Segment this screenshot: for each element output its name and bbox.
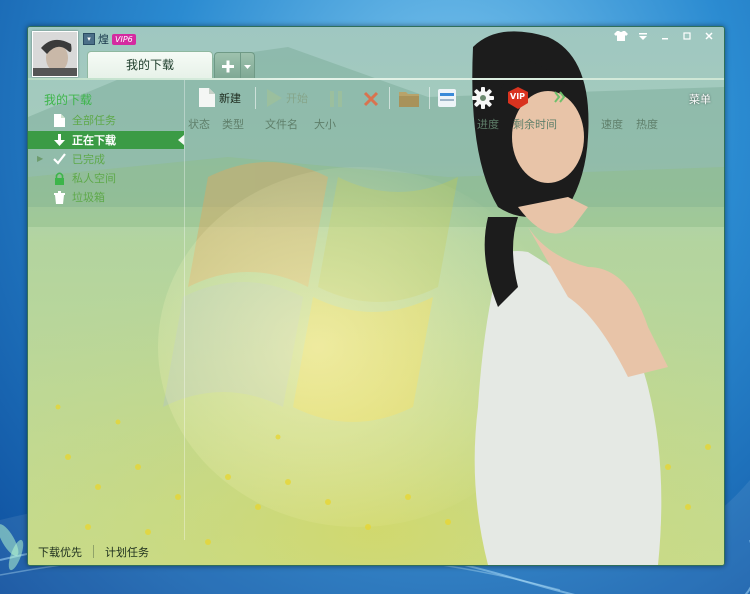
expand-caret-icon[interactable]: ▶ bbox=[37, 154, 43, 163]
close-icon[interactable] bbox=[700, 30, 718, 44]
plus-icon bbox=[222, 60, 234, 73]
toolbar-separator bbox=[255, 87, 256, 109]
play-icon bbox=[267, 89, 282, 107]
sidebar-divider bbox=[184, 80, 185, 540]
sidebar-item-label: 垃圾箱 bbox=[72, 191, 105, 204]
window-controls bbox=[612, 30, 718, 44]
download-priority-button[interactable]: 下载优先 bbox=[38, 544, 82, 560]
sidebar-item-label: 已完成 bbox=[72, 153, 105, 166]
chevron-down-icon bbox=[244, 65, 251, 69]
document-icon bbox=[52, 113, 66, 127]
sidebar-heading: 我的下载 bbox=[44, 93, 93, 107]
download-arrow-icon bbox=[52, 133, 66, 147]
sidebar-item-private-space[interactable]: 私人空间 bbox=[28, 169, 184, 187]
column-header-progress[interactable]: 进度 bbox=[477, 116, 499, 132]
more-tools-button[interactable] bbox=[554, 91, 566, 103]
username: 煌 bbox=[98, 33, 109, 46]
new-task-button[interactable]: 新建 bbox=[199, 88, 241, 107]
column-header-speed[interactable]: 速度 bbox=[601, 116, 623, 132]
column-header-size[interactable]: 大小 bbox=[314, 116, 336, 132]
sidebar: 我的下载 全部任务 正在下载 ▶ 已完成 私人空间 垃圾箱 bbox=[28, 80, 184, 565]
toolbar-separator bbox=[389, 87, 390, 109]
column-header-filename[interactable]: 文件名 bbox=[265, 116, 298, 132]
sidebar-item-completed[interactable]: ▶ 已完成 bbox=[28, 150, 184, 168]
maximize-icon[interactable] bbox=[678, 30, 696, 44]
add-tab-dropdown[interactable] bbox=[240, 52, 255, 79]
sidebar-item-downloading[interactable]: 正在下载 bbox=[28, 131, 184, 149]
minimize-icon[interactable] bbox=[656, 30, 674, 44]
start-button[interactable]: 开始 bbox=[266, 89, 308, 107]
column-header-status[interactable]: 状态 bbox=[188, 116, 210, 132]
add-tab-button[interactable] bbox=[214, 52, 241, 79]
main-menu-icon[interactable] bbox=[634, 30, 652, 44]
list-view-icon bbox=[438, 89, 456, 107]
vip-icon-text: VIP bbox=[510, 92, 526, 101]
user-avatar[interactable] bbox=[32, 31, 78, 77]
delete-button[interactable] bbox=[363, 91, 379, 107]
trash-icon bbox=[52, 190, 66, 204]
double-chevron-right-icon bbox=[554, 91, 566, 103]
pause-icon bbox=[330, 91, 342, 107]
start-label: 开始 bbox=[286, 92, 308, 105]
new-document-icon bbox=[199, 88, 215, 107]
sidebar-item-trash[interactable]: 垃圾箱 bbox=[28, 188, 184, 206]
checkmark-icon bbox=[52, 152, 66, 166]
delete-x-icon bbox=[363, 91, 379, 107]
column-header-popularity[interactable]: 热度 bbox=[636, 116, 658, 132]
folder-icon bbox=[399, 92, 419, 107]
user-dropdown-icon[interactable]: ▾ bbox=[83, 33, 95, 45]
new-task-label: 新建 bbox=[219, 91, 241, 105]
sidebar-item-label: 私人空间 bbox=[72, 172, 116, 185]
vip-level-badge[interactable]: VIP6 bbox=[112, 33, 136, 45]
sidebar-item-all-tasks[interactable]: 全部任务 bbox=[28, 111, 184, 129]
pause-button[interactable] bbox=[329, 91, 343, 107]
sidebar-item-label: 正在下载 bbox=[72, 134, 116, 147]
vip-button[interactable]: VIP bbox=[507, 87, 529, 109]
sidebar-item-label: 全部任务 bbox=[72, 114, 116, 127]
scheduled-tasks-button[interactable]: 计划任务 bbox=[105, 544, 149, 560]
bottom-separator bbox=[93, 545, 94, 558]
task-list-view-button[interactable] bbox=[438, 89, 456, 107]
gear-icon bbox=[472, 87, 494, 109]
column-header-type[interactable]: 类型 bbox=[222, 116, 244, 132]
settings-button[interactable] bbox=[472, 87, 494, 109]
user-info-row: ▾ 煌 VIP6 bbox=[83, 32, 136, 46]
menu-button[interactable]: 菜单 bbox=[689, 91, 711, 107]
lock-icon bbox=[52, 171, 66, 185]
bottom-bar: 下载优先 计划任务 bbox=[28, 536, 724, 565]
tab-my-downloads[interactable]: 我的下载 bbox=[87, 51, 213, 79]
skin-icon[interactable] bbox=[612, 30, 630, 44]
thunder-download-window: ▾ 煌 VIP6 我的下载 我的下载 全部任务 正在下载 ▶ 已完成 私人空间 … bbox=[27, 26, 725, 566]
column-header-remaining-time[interactable]: 剩余时间 bbox=[513, 116, 557, 132]
open-folder-button[interactable] bbox=[399, 90, 419, 107]
toolbar-separator bbox=[429, 87, 430, 109]
